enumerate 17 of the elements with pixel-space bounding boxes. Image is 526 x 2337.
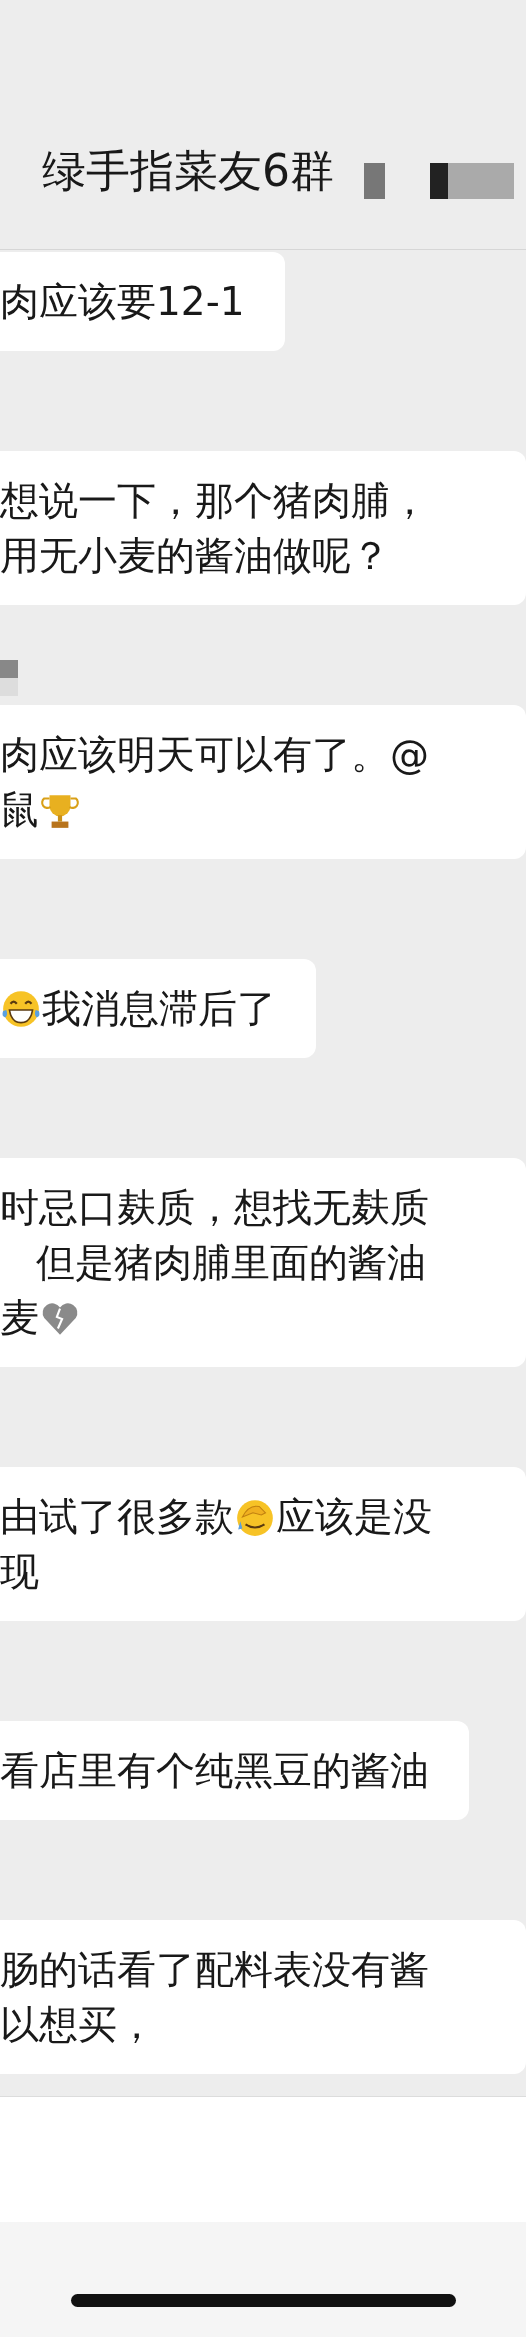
chat-title: 绿手指菜友6群 — [42, 144, 334, 198]
message-text: 以想买， — [0, 2000, 156, 2049]
message-text: 现 — [0, 1547, 39, 1596]
message-text: 肉应该要12-1 — [0, 277, 245, 326]
message-text: 但是猪肉脯里面的酱油 — [36, 1238, 426, 1287]
message-text: 由试了很多款 — [0, 1492, 234, 1541]
home-indicator[interactable] — [70, 2294, 456, 2307]
message-text: 麦 — [0, 1293, 39, 1342]
message-text: 时忌口麸质，想找无麸质 — [0, 1183, 429, 1232]
message-text: 看店里有个纯黑豆的酱油 — [0, 1746, 429, 1795]
message-text: 应该是没 — [276, 1492, 432, 1541]
message-text: 肠的话看了配料表没有酱 — [0, 1945, 429, 1994]
message-text: 用无小麦的酱油做呢？ — [0, 531, 390, 580]
message-text: 想说一下，那个猪肉脯， — [0, 476, 429, 525]
message-text: 肉应该明天可以有了。@ — [0, 730, 429, 779]
message-text: 我消息滞后了 — [42, 984, 276, 1033]
message-text: 鼠 — [0, 785, 39, 834]
